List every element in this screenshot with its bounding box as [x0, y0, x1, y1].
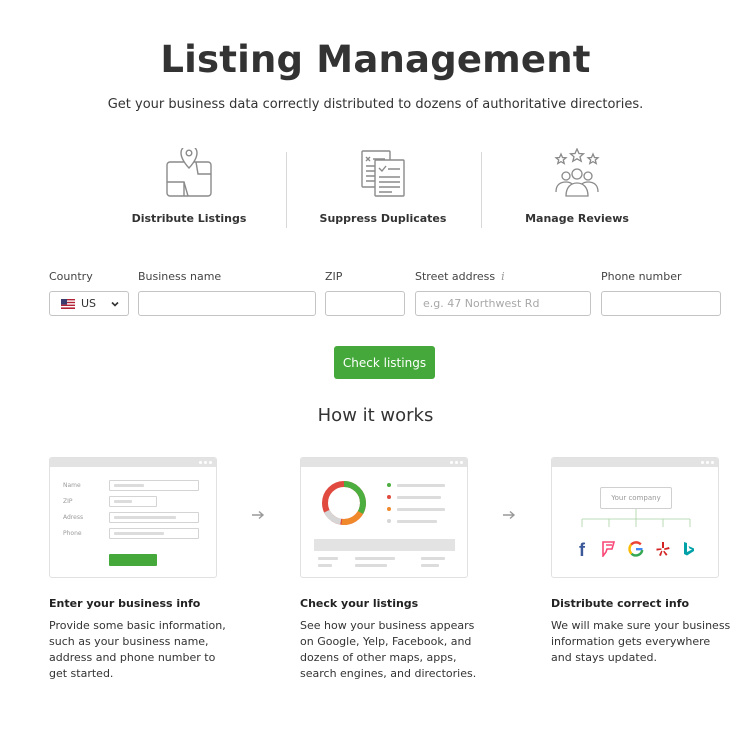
- feature-label: Suppress Duplicates: [319, 212, 447, 225]
- phone-number-label: Phone number: [601, 270, 682, 283]
- step-title: Distribute correct info: [551, 597, 690, 610]
- country-value: US: [81, 297, 97, 310]
- mock-submit-button: [109, 554, 157, 566]
- donut-chart-icon: [322, 481, 366, 525]
- phone-number-field[interactable]: [601, 291, 721, 316]
- feature-divider: [481, 152, 482, 228]
- info-icon[interactable]: i: [501, 270, 505, 283]
- step-title: Enter your business info: [49, 597, 201, 610]
- page-subtitle: Get your business data correctly distrib…: [107, 97, 644, 112]
- us-flag-icon: [61, 298, 75, 309]
- feature-label: Manage Reviews: [525, 212, 629, 225]
- mock-label: Name: [63, 482, 81, 489]
- arrow-right-icon: [252, 510, 265, 520]
- arrow-right-icon: [503, 510, 516, 520]
- business-name-input[interactable]: [139, 292, 315, 315]
- stars-people-icon: [554, 148, 600, 197]
- feature-manage-reviews: Manage Reviews: [480, 148, 674, 230]
- step-description: We will make sure your business informat…: [551, 619, 731, 664]
- google-icon: [628, 541, 644, 557]
- feature-label: Distribute Listings: [131, 212, 247, 225]
- zip-label: ZIP: [325, 270, 343, 283]
- feature-suppress-duplicates: Suppress Duplicates: [286, 148, 480, 230]
- feature-divider: [286, 152, 287, 228]
- foursquare-icon: [602, 541, 616, 557]
- mock-label: Adress: [63, 514, 84, 521]
- bing-icon: [684, 542, 694, 556]
- business-name-label: Business name: [138, 270, 222, 283]
- distribution-lines: [581, 509, 691, 527]
- chevron-down-icon: [111, 301, 119, 307]
- step-illustration-distribution: Your company f: [551, 457, 719, 578]
- yelp-icon: [656, 542, 670, 556]
- map-pin-icon: [166, 148, 212, 197]
- mock-company-box: Your company: [600, 487, 672, 509]
- step-title: Check your listings: [300, 597, 419, 610]
- mock-label: ZIP: [63, 498, 73, 505]
- mock-label: Phone: [63, 530, 82, 537]
- svg-text:f: f: [579, 540, 586, 558]
- check-listings-button[interactable]: Check listings: [334, 346, 435, 379]
- zip-field[interactable]: [325, 291, 405, 316]
- country-label: Country: [49, 270, 93, 283]
- street-address-label: Street address i: [415, 270, 505, 283]
- business-name-field[interactable]: [138, 291, 316, 316]
- feature-row: Distribute Listings Suppress Duplicates …: [92, 148, 674, 230]
- zip-input[interactable]: [326, 292, 404, 315]
- how-it-works-title: How it works: [317, 405, 434, 426]
- country-select[interactable]: US: [49, 291, 129, 316]
- street-address-label-text: Street address: [415, 270, 496, 283]
- feature-distribute-listings: Distribute Listings: [92, 148, 286, 230]
- documents-check-icon: [361, 150, 405, 197]
- step-description: Provide some basic information, such as …: [49, 619, 226, 680]
- phone-number-input[interactable]: [602, 292, 720, 315]
- step-description: See how your business appears on Google,…: [300, 619, 477, 680]
- street-address-input[interactable]: [416, 292, 590, 315]
- page-title: Listing Management: [160, 38, 591, 81]
- step-illustration-report: [300, 457, 468, 578]
- facebook-icon: f: [579, 540, 586, 558]
- step-illustration-form: Name ZIP Adress Phone: [49, 457, 217, 578]
- street-address-field[interactable]: [415, 291, 591, 316]
